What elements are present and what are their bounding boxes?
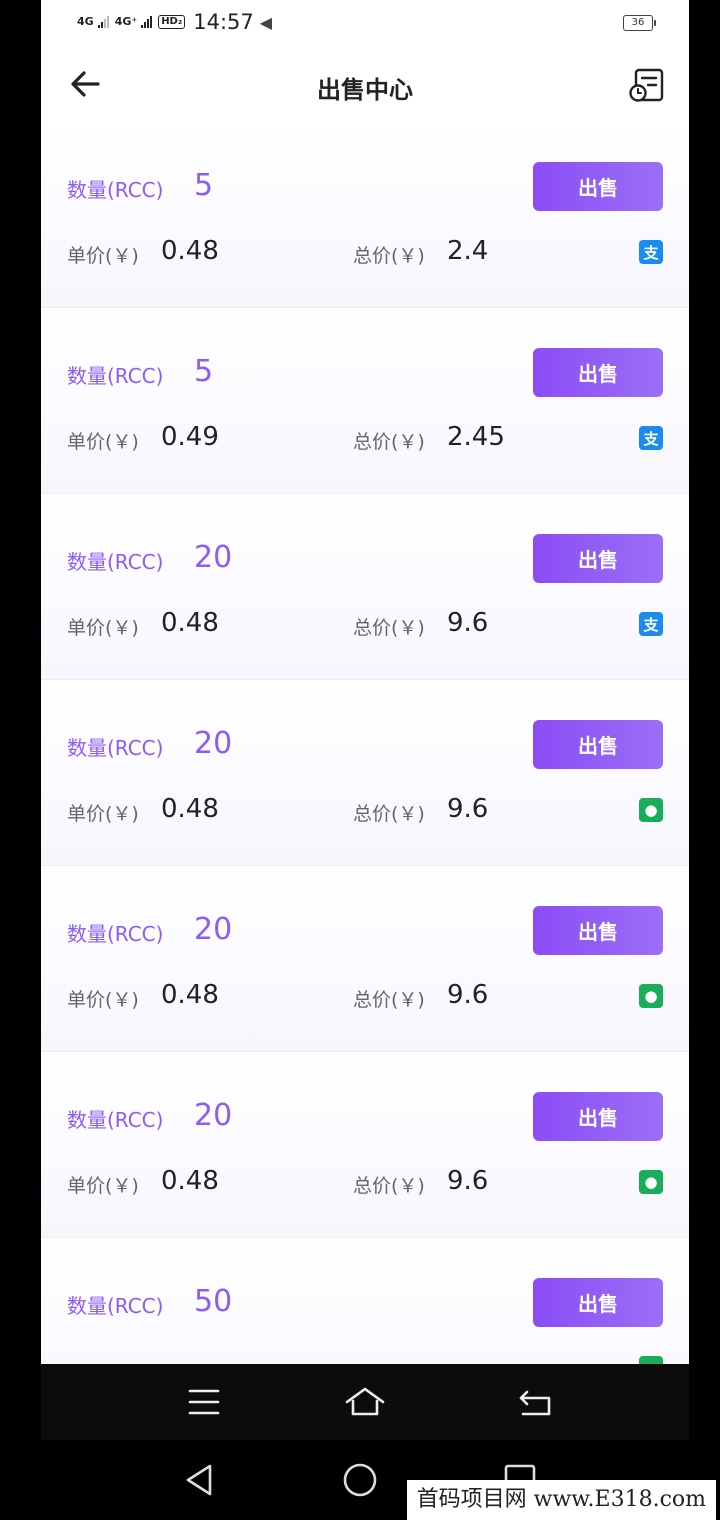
circle-home-icon: [343, 1463, 377, 1497]
alipay-icon: 支: [639, 612, 663, 636]
header: 出售中心: [41, 50, 689, 130]
status-bar: 4G 4G⁺ HD₂ 14:57 ◀ 36: [41, 0, 689, 50]
order-card: 数量(RCC) 20 出售单价(￥) 0.48 总价(￥) 9.6 ●: [41, 680, 689, 866]
triangle-back-icon: [186, 1464, 212, 1496]
return-icon: [519, 1390, 551, 1416]
wechat-pay-icon: ●: [639, 1170, 663, 1194]
alipay-icon: 支: [639, 426, 663, 450]
total-price-label: 总价(￥): [353, 989, 425, 1011]
menu-icon: [188, 1389, 220, 1415]
quantity-label: 数量(RCC): [67, 1108, 164, 1132]
order-record-icon: [629, 68, 664, 102]
order-card: 数量(RCC) 20 出售单价(￥) 0.48 总价(￥) 9.6 ●: [41, 1052, 689, 1238]
menu-button[interactable]: [182, 1382, 226, 1422]
total-price-value: 9.6: [447, 794, 489, 824]
sell-button[interactable]: 出售: [533, 1278, 663, 1327]
quantity-value: 20: [194, 912, 233, 947]
wechat-pay-icon: ●: [639, 798, 663, 822]
sell-button[interactable]: 出售: [533, 720, 663, 769]
system-back-button[interactable]: [180, 1460, 220, 1500]
system-nav-bar: 首码项目网 www.E318.com: [0, 1440, 720, 1520]
unit-price-value: 0.48: [161, 980, 219, 1010]
unit-price-label: 单价(￥): [67, 245, 139, 267]
order-card: 数量(RCC) 20 出售单价(￥) 0.48 总价(￥) 9.6 支: [41, 494, 689, 680]
records-button[interactable]: [627, 66, 667, 106]
total-price-value: 2.4: [447, 236, 489, 266]
unit-price-label: 单价(￥): [67, 617, 139, 639]
quantity-label: 数量(RCC): [67, 922, 164, 946]
home-icon: [345, 1387, 385, 1416]
sell-button[interactable]: 出售: [533, 348, 663, 397]
total-price-label: 总价(￥): [353, 431, 425, 453]
order-card: 数量(RCC) 5 出售单价(￥) 0.49 总价(￥) 2.45 支: [41, 308, 689, 494]
quantity-value: 20: [194, 1098, 233, 1133]
sell-button[interactable]: 出售: [533, 534, 663, 583]
quantity-label: 数量(RCC): [67, 550, 164, 574]
order-card: 数量(RCC) 50 出售: [41, 1238, 689, 1364]
network-type-1: 4G: [77, 15, 94, 28]
order-card: 数量(RCC) 5 出售单价(￥) 0.48 总价(￥) 2.4 支: [41, 122, 689, 308]
unit-price-label: 单价(￥): [67, 431, 139, 453]
order-card: 数量(RCC) 20 出售单价(￥) 0.48 总价(￥) 9.6 ●: [41, 866, 689, 1052]
sell-button[interactable]: 出售: [533, 906, 663, 955]
unit-price-value: 0.48: [161, 608, 219, 638]
sell-button[interactable]: 出售: [533, 162, 663, 211]
quantity-label: 数量(RCC): [67, 364, 164, 388]
app-screen: 4G 4G⁺ HD₂ 14:57 ◀ 36 出售中心 数量(RCC) 5 出售 …: [41, 0, 689, 1364]
status-time: 14:57: [193, 10, 254, 34]
quantity-value: 20: [194, 540, 233, 575]
order-list: 数量(RCC) 5 出售 单价(￥) 0.48 总价(￥) 2.4 支数量(RCC) 5 出售 单价…: [41, 122, 689, 1364]
quantity-label: 数量(RCC): [67, 1294, 164, 1318]
signal-icon: [141, 16, 153, 28]
total-price-label: 总价(￥): [353, 617, 425, 639]
unit-price-label: 单价(￥): [67, 1175, 139, 1197]
app-nav-bar: [41, 1364, 689, 1440]
total-price-label: 总价(￥): [353, 803, 425, 825]
battery-icon: 36: [623, 15, 656, 31]
total-price-value: 9.6: [447, 1166, 489, 1196]
total-price-value: 9.6: [447, 980, 489, 1010]
wechat-pay-icon: ●: [639, 984, 663, 1008]
total-price-label: 总价(￥): [353, 245, 425, 267]
unit-price-value: 0.48: [161, 1166, 219, 1196]
alipay-icon: 支: [639, 240, 663, 264]
quantity-label: 数量(RCC): [67, 736, 164, 760]
unit-price-value: 0.49: [161, 422, 219, 452]
signal-icon: [97, 16, 109, 28]
quantity-value: 20: [194, 726, 233, 761]
watermark: 首码项目网 www.E318.com: [406, 1480, 716, 1520]
quantity-value: 5: [194, 354, 214, 389]
speaker-icon: ◀: [259, 12, 273, 32]
hd-voice-icon: HD₂: [158, 15, 186, 29]
network-type-2: 4G⁺: [114, 15, 138, 28]
total-price-label: 总价(￥): [353, 1175, 425, 1197]
unit-price-value: 0.48: [161, 794, 219, 824]
quantity-value: 50: [194, 1284, 233, 1319]
quantity-value: 5: [194, 168, 214, 203]
home-button[interactable]: [343, 1382, 387, 1422]
quantity-label: 数量(RCC): [67, 178, 164, 202]
page-title: 出售中心: [317, 76, 413, 104]
unit-price-value: 0.48: [161, 236, 219, 266]
unit-price-label: 单价(￥): [67, 803, 139, 825]
wechat-pay-icon: [639, 1356, 663, 1364]
unit-price-label: 单价(￥): [67, 989, 139, 1011]
total-price-value: 9.6: [447, 608, 489, 638]
status-left: 4G 4G⁺ HD₂ 14:57 ◀: [77, 10, 272, 34]
total-price-value: 2.45: [447, 422, 505, 452]
sell-button[interactable]: 出售: [533, 1092, 663, 1141]
system-home-button[interactable]: [340, 1460, 380, 1500]
return-button[interactable]: [513, 1382, 557, 1422]
